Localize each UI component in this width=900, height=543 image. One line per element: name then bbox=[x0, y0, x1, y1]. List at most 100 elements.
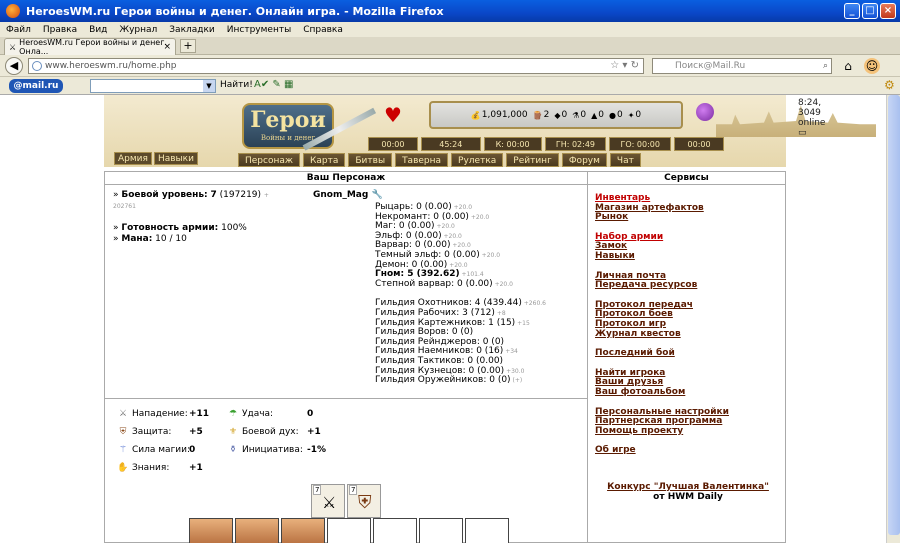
menu-history[interactable]: Журнал bbox=[119, 25, 157, 35]
timer-1: 00:00 bbox=[368, 137, 418, 151]
menu-help[interactable]: Справка bbox=[303, 25, 343, 35]
skills-button[interactable]: Навыки bbox=[153, 152, 198, 165]
nav-chat[interactable]: Чат bbox=[609, 153, 641, 167]
resource-ore: ◆ 0 bbox=[554, 110, 568, 120]
window-title: HeroesWM.ru Герои войны и денег. Онлайн … bbox=[26, 4, 444, 18]
scrollbar-thumb[interactable] bbox=[888, 95, 900, 535]
service-link[interactable]: Помощь проекту bbox=[595, 426, 781, 437]
maximize-button[interactable]: □ bbox=[862, 3, 878, 19]
addon-icon[interactable]: ☺ bbox=[864, 58, 880, 74]
mail-toolbar: @mail.ru ▼ Найти! A✔ ✎ ▦ ⚙ bbox=[0, 77, 900, 95]
guild-item: Гильдия Оружейников: 0 (0) (+) bbox=[375, 375, 523, 386]
service-link[interactable]: Об игре bbox=[595, 446, 781, 456]
logo-text: Герои bbox=[250, 107, 326, 133]
equip-slot-shield[interactable]: 7 ⛨ bbox=[347, 484, 381, 518]
window-titlebar: HeroesWM.ru Герои войны и денег. Онлайн … bbox=[0, 0, 900, 22]
mailru-logo[interactable]: @mail.ru bbox=[9, 79, 63, 93]
contest-link[interactable]: Конкурс "Лучшая Валентинка" bbox=[595, 482, 781, 492]
contest-banner: Конкурс "Лучшая Валентинка" от HWM Daily bbox=[595, 482, 781, 502]
army-unit-4[interactable] bbox=[327, 518, 371, 543]
army-unit-2[interactable] bbox=[235, 518, 279, 543]
chevron-down-icon[interactable]: ▼ bbox=[203, 80, 215, 92]
menu-tools[interactable]: Инструменты bbox=[227, 25, 291, 35]
tab-heroeswm[interactable]: ⚔ HeroesWM.ru Герои войны и денег. Онла.… bbox=[4, 38, 176, 56]
stat-7: ⚱ Инициатива: -1% bbox=[227, 444, 326, 456]
wood-icon: 🪵 bbox=[532, 110, 543, 120]
rainbow-icon: ☂ bbox=[228, 409, 238, 419]
search-placeholder: Поиск@Mail.Ru bbox=[675, 61, 746, 71]
gear-icon[interactable]: ⚙ bbox=[884, 78, 895, 92]
nav-map[interactable]: Карта bbox=[302, 153, 346, 167]
tab-close-icon[interactable]: × bbox=[163, 42, 171, 52]
nav-forum[interactable]: Форум bbox=[561, 153, 607, 167]
resource-wood: 🪵 2 bbox=[532, 110, 550, 120]
army-button[interactable]: Армия bbox=[114, 152, 152, 165]
new-tab-button[interactable]: + bbox=[180, 39, 196, 53]
game-page: Герои Войны и денег ♥ 💰 1,091,000 🪵 2 ◆ 0 ⚗ 0… bbox=[0, 95, 900, 543]
timer-gn: ГН: 02:49 bbox=[544, 137, 607, 151]
stat-1: ⚔ Нападение: +11 bbox=[118, 409, 210, 419]
main-nav: Персонаж Карта Битвы Таверна Рулетка Рей… bbox=[238, 153, 641, 167]
nav-battles[interactable]: Битвы bbox=[348, 153, 393, 167]
nav-tavern[interactable]: Таверна bbox=[395, 153, 449, 167]
menu-bar: Файл Правка Вид Журнал Закладки Инструме… bbox=[0, 22, 900, 37]
wrench-icon[interactable]: 🔧 bbox=[371, 190, 382, 200]
nav-roulette[interactable]: Рулетка bbox=[451, 153, 504, 167]
menu-bookmarks[interactable]: Закладки bbox=[169, 25, 215, 35]
search-input[interactable]: Поиск@Mail.Ru ⌕ bbox=[652, 58, 832, 74]
url-bar[interactable]: www.heroeswm.ru/home.php ☆ ▾ ↻ bbox=[28, 58, 644, 74]
stat-2: ⛨ Защита: +5 bbox=[117, 426, 203, 438]
nav-rating[interactable]: Рейтинг bbox=[506, 153, 559, 167]
globe-icon bbox=[32, 61, 42, 71]
army-unit-7[interactable] bbox=[465, 518, 509, 543]
army-readiness: » Готовность армии: 100% bbox=[113, 223, 247, 233]
service-link[interactable]: Навыки bbox=[595, 251, 781, 262]
character-panel-title: Ваш Персонаж bbox=[105, 172, 587, 185]
service-link[interactable]: Передача ресурсов bbox=[595, 281, 781, 291]
page-scrollbar[interactable] bbox=[886, 95, 900, 543]
left-buttons: Армия Навыки bbox=[114, 152, 198, 165]
stat-3: ⚚ Сила магии: 0 bbox=[118, 445, 196, 455]
nav-character[interactable]: Персонаж bbox=[238, 153, 300, 167]
army-unit-5[interactable] bbox=[373, 518, 417, 543]
swords-icon: ⚔ bbox=[118, 409, 128, 419]
potion-icon[interactable] bbox=[696, 103, 714, 121]
tab-bar: ⚔ HeroesWM.ru Герои войны и денег. Онла.… bbox=[0, 37, 900, 56]
mail-search-select[interactable]: ▼ bbox=[90, 79, 216, 93]
mail-tools-icons[interactable]: A✔ ✎ ▦ bbox=[254, 79, 293, 90]
services-panel-title: Сервисы bbox=[587, 172, 785, 185]
mail-find-button[interactable]: Найти! bbox=[220, 80, 253, 90]
service-link[interactable]: Ваш фотоальбом bbox=[595, 387, 781, 398]
resource-mercury: ⚗ 0 bbox=[572, 110, 587, 120]
service-link[interactable]: Журнал квестов bbox=[595, 329, 781, 340]
star-reload-icons[interactable]: ☆ ▾ ↻ bbox=[610, 59, 639, 73]
stat-5: ☂ Удача: 0 bbox=[228, 409, 314, 419]
close-button[interactable]: × bbox=[880, 3, 896, 19]
ore-icon: ◆ bbox=[554, 110, 561, 120]
army-unit-6[interactable] bbox=[419, 518, 463, 543]
mana: » Мана: 10 / 10 bbox=[113, 234, 187, 244]
contest-sub: от HWM Daily bbox=[653, 492, 723, 502]
menu-edit[interactable]: Правка bbox=[43, 25, 77, 35]
menu-view[interactable]: Вид bbox=[89, 25, 107, 35]
menu-file[interactable]: Файл bbox=[6, 25, 31, 35]
timer-6: 00:00 bbox=[674, 137, 724, 151]
stat-6: ⚜ Боевой дух: +1 bbox=[228, 427, 321, 437]
wand-icon: ⚚ bbox=[118, 445, 128, 455]
url-text: www.heroeswm.ru/home.php bbox=[45, 61, 177, 71]
search-icon[interactable]: ⌕ bbox=[823, 59, 828, 73]
service-link[interactable]: Рынок bbox=[595, 213, 781, 223]
army-unit-1[interactable] bbox=[189, 518, 233, 543]
equip-slot-sword[interactable]: 7 ⚔ bbox=[311, 484, 345, 518]
resource-crystal: ● 0 bbox=[609, 110, 623, 120]
home-icon[interactable]: ⌂ bbox=[840, 58, 856, 74]
service-link[interactable]: Последний бой bbox=[595, 349, 781, 359]
resource-gold: 💰 1,091,000 bbox=[470, 110, 528, 120]
character-name[interactable]: Gnom_Mag 🔧 bbox=[313, 190, 383, 200]
shield-icon: ⛨ bbox=[119, 427, 127, 437]
minimize-button[interactable]: _ bbox=[844, 3, 860, 19]
army-unit-3[interactable] bbox=[281, 518, 325, 543]
back-button[interactable]: ◀ bbox=[5, 57, 23, 75]
mercury-icon: ⚗ bbox=[572, 110, 580, 120]
